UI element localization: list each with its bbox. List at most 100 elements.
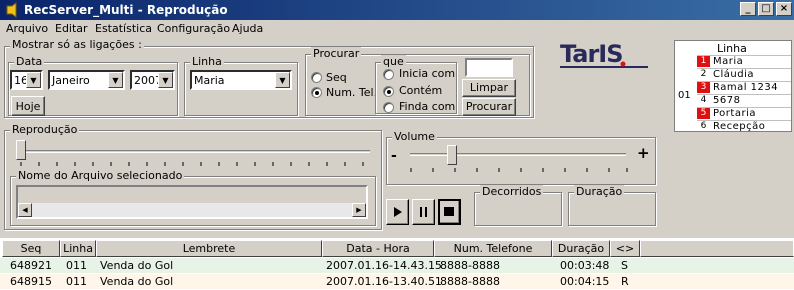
col-header-seq[interactable]: Seq bbox=[2, 240, 60, 257]
procurar-button[interactable]: Procurar bbox=[462, 98, 516, 116]
chevron-down-icon[interactable]: ▼ bbox=[26, 72, 41, 88]
pause-button[interactable] bbox=[412, 199, 435, 225]
cell-lembrete: Venda do Gol bbox=[100, 259, 174, 272]
day-select[interactable]: 16 ▼ bbox=[10, 70, 43, 90]
menu-editar[interactable]: Editar bbox=[55, 22, 88, 35]
volume-slider[interactable] bbox=[447, 145, 457, 165]
line-item[interactable]: 5 Portaria bbox=[697, 107, 791, 119]
search-group-label: Procurar bbox=[311, 47, 362, 60]
filter-group-label: Mostrar só as ligações : bbox=[10, 38, 144, 51]
minimize-button[interactable]: _ bbox=[740, 2, 756, 16]
file-name-field[interactable]: ◀ ▶ bbox=[16, 185, 368, 219]
menu-arquivo[interactable]: Arquivo bbox=[6, 22, 48, 35]
chevron-down-icon[interactable]: ▼ bbox=[158, 72, 173, 88]
inicia-com-label: Inicia com bbox=[399, 67, 456, 80]
close-button[interactable]: × bbox=[776, 2, 792, 16]
volume-group-label: Volume bbox=[392, 130, 437, 143]
lines-panel-header: Linha bbox=[717, 42, 747, 55]
cell-data-hora: 2007.01.16-14.43.15 bbox=[326, 259, 442, 272]
file-name-scrollbar[interactable]: ◀ ▶ bbox=[18, 203, 366, 217]
pause-icon bbox=[420, 207, 427, 217]
num-tel-radio[interactable] bbox=[311, 87, 322, 98]
line-item[interactable]: 1 Maria bbox=[697, 55, 791, 67]
playback-position-slider[interactable] bbox=[16, 140, 26, 160]
hoje-button[interactable]: Hoje bbox=[11, 96, 45, 116]
playback-ticks bbox=[20, 162, 364, 166]
chevron-down-icon[interactable]: ▼ bbox=[108, 72, 123, 88]
playback-group-label: Reprodução bbox=[10, 123, 80, 136]
limpar-button-label: Limpar bbox=[469, 81, 509, 94]
stop-button[interactable] bbox=[438, 199, 461, 225]
elapsed-group: Decorridos bbox=[474, 185, 562, 226]
stop-icon bbox=[444, 207, 454, 216]
cell-linha: 011 bbox=[66, 259, 87, 272]
play-icon bbox=[394, 207, 402, 217]
cell-duracao: 00:03:48 bbox=[560, 259, 610, 272]
col-header-telefone[interactable]: Num. Telefone bbox=[434, 240, 552, 257]
play-button[interactable] bbox=[386, 199, 409, 225]
file-name-group-label: Nome do Arquivo selecionado bbox=[16, 169, 185, 182]
limpar-button[interactable]: Limpar bbox=[462, 79, 516, 97]
line-item-number: 2 bbox=[700, 69, 707, 79]
volume-plus-icon: + bbox=[637, 144, 650, 162]
seq-label: Seq bbox=[326, 71, 347, 84]
line-item[interactable]: 4 5678 bbox=[697, 94, 791, 106]
cell-seq: 648915 bbox=[10, 275, 52, 288]
seq-radio[interactable] bbox=[311, 72, 322, 83]
menu-configuracao[interactable]: Configuração bbox=[157, 22, 230, 35]
maximize-button[interactable]: □ bbox=[758, 2, 774, 16]
col-header-lembrete[interactable]: Lembrete bbox=[96, 240, 322, 257]
line-item-label: 5678 bbox=[713, 95, 741, 106]
logo-text: TarIS bbox=[560, 40, 623, 68]
contem-label: Contém bbox=[399, 84, 443, 97]
menu-estatistica[interactable]: Estatística bbox=[95, 22, 152, 35]
col-header-direction[interactable]: <> bbox=[610, 240, 640, 257]
window-title: RecServer_Multi - Reprodução bbox=[24, 3, 228, 17]
line-item[interactable]: 6 Recepção bbox=[697, 120, 791, 132]
table-row[interactable]: 648921 011 Venda do Gol 2007.01.16-14.43… bbox=[0, 258, 794, 273]
line-item-label: Cláudia bbox=[713, 69, 754, 80]
line-group-label: Linha bbox=[190, 55, 224, 68]
title-bar: RecServer_Multi - Reprodução _ □ × bbox=[0, 0, 794, 20]
cell-duracao: 00:04:15 bbox=[560, 275, 610, 288]
cell-seq: 648921 bbox=[10, 259, 52, 272]
contem-radio[interactable] bbox=[383, 86, 394, 97]
cell-telefone: 8888-8888 bbox=[440, 259, 500, 272]
col-header-linha[interactable]: Linha bbox=[60, 240, 96, 257]
line-item-number: 1 bbox=[697, 56, 710, 67]
col-header-filler bbox=[640, 240, 794, 257]
search-input[interactable] bbox=[465, 58, 513, 77]
menu-ajuda[interactable]: Ajuda bbox=[232, 22, 263, 35]
line-value: Maria bbox=[194, 74, 225, 87]
scroll-right-icon[interactable]: ▶ bbox=[352, 203, 366, 217]
year-select[interactable]: 2007 ▼ bbox=[130, 70, 175, 90]
duration-label: Duração bbox=[574, 185, 625, 198]
line-item-label: Maria bbox=[713, 56, 744, 67]
taris-logo: TarIS bbox=[560, 40, 648, 68]
chevron-down-icon[interactable]: ▼ bbox=[275, 72, 290, 88]
cell-telefone: 8888-8888 bbox=[440, 275, 500, 288]
elapsed-label: Decorridos bbox=[480, 185, 544, 198]
volume-group: Volume bbox=[386, 130, 656, 185]
scroll-left-icon[interactable]: ◀ bbox=[18, 203, 32, 217]
line-select[interactable]: Maria ▼ bbox=[190, 70, 292, 90]
line-item-label: Portaria bbox=[713, 108, 756, 119]
col-header-duracao[interactable]: Duração bbox=[552, 240, 610, 257]
cell-direction: R bbox=[621, 275, 629, 288]
duration-group: Duração bbox=[568, 185, 656, 226]
recordings-table: Seq Linha Lembrete Data - Hora Num. Tele… bbox=[0, 238, 794, 290]
col-header-data-hora[interactable]: Data - Hora bbox=[322, 240, 434, 257]
line-item-number: 3 bbox=[697, 82, 710, 93]
inicia-com-radio[interactable] bbox=[383, 69, 394, 80]
line-item-label: Recepção bbox=[713, 121, 766, 132]
playback-track bbox=[20, 150, 370, 153]
cell-lembrete: Venda do Gol bbox=[100, 275, 174, 288]
finda-com-radio[interactable] bbox=[383, 102, 394, 113]
month-select[interactable]: Janeiro ▼ bbox=[48, 70, 125, 90]
line-item[interactable]: 3 Ramal 1234 bbox=[697, 81, 791, 93]
cell-direction: S bbox=[621, 259, 628, 272]
menu-bar: Arquivo Editar Estatística Configuração … bbox=[0, 20, 794, 38]
table-row[interactable]: 648915 011 Venda do Gol 2007.01.16-13.40… bbox=[0, 274, 794, 289]
lines-panel: Linha 01 1 Maria 2 Cláudia 3 Ramal 1234 … bbox=[674, 40, 792, 132]
line-item[interactable]: 2 Cláudia bbox=[697, 68, 791, 80]
